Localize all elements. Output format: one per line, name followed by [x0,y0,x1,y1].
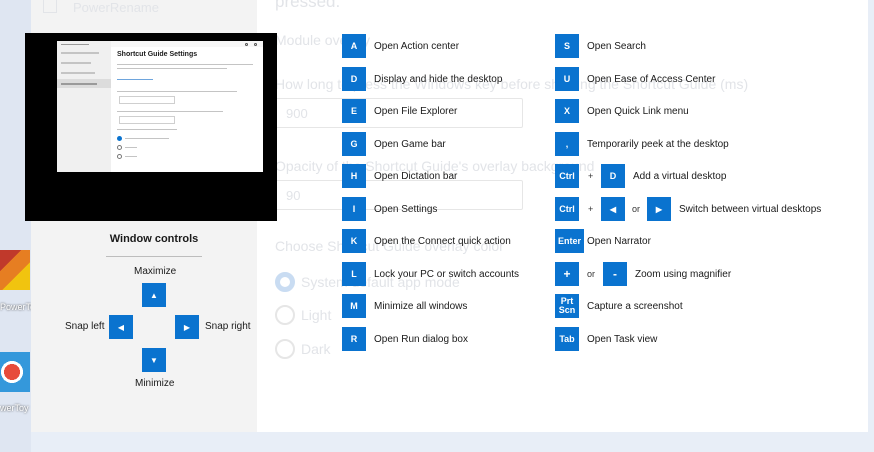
key-tab: Tab [555,327,579,351]
desktop-icon-label: PowerTo [0,302,36,312]
shortcut-description: Add a virtual desktop [633,171,727,182]
thumbnail-settings-window: Shortcut Guide Settings [57,41,263,172]
shortcut-description: Open Settings [374,204,438,215]
nav-item-powerrename[interactable]: PowerRename [73,0,159,15]
theme-radio-light[interactable] [275,305,295,325]
theme-radio-system[interactable] [275,272,295,292]
key-left-arrow-icon: ◀ [601,197,625,221]
shortcut-description: Open Task view [587,334,658,345]
maximize-label: Maximize [134,266,177,277]
shortcut-description: Open Run dialog box [374,334,468,345]
settings-description: pressed. [275,0,341,11]
key-plus: + [555,262,579,286]
key-x: X [555,99,579,123]
key-u: U [555,67,579,91]
snap-left-label: Snap left [65,321,105,332]
key-r: R [342,327,366,351]
plus-separator: + [588,204,594,214]
key-l: L [342,262,366,286]
key-m: M [342,294,366,318]
or-separator: or [587,269,596,279]
plus-separator: + [588,171,594,181]
shortcut-description: Open Ease of Access Center [587,74,716,85]
shortcut-description: Open Game bar [374,139,446,150]
thumbnail-window-control [245,43,248,46]
window-thumbnail: Shortcut Guide Settings [25,33,277,221]
key-ctrl: Ctrl [555,197,579,221]
window-controls-title: Window controls [109,233,199,245]
key-enter: Enter [555,229,585,253]
press-duration-value: 900 [286,106,308,121]
thumbnail-page-title: Shortcut Guide Settings [117,51,198,58]
opacity-value: 90 [286,188,301,203]
thumbnail-nav [57,41,111,172]
minimize-label: Minimize [135,378,175,389]
key-d: D [601,164,625,188]
desktop-icon-label: werToy [0,403,29,413]
key-e: E [342,99,366,123]
snap-right-label: Snap right [205,321,251,332]
key-h: H [342,164,366,188]
shortcut-description: Minimize all windows [374,301,468,312]
key-prtscn: Prt Scn [555,294,579,318]
shortcut-description: Temporarily peek at the desktop [587,139,729,150]
theme-option-label: Dark [301,341,331,357]
key-minus: - [603,262,627,286]
shortcut-description: Display and hide the desktop [374,74,503,85]
powertoys-desktop-icon[interactable] [0,250,30,290]
theme-radio-dark[interactable] [275,339,295,359]
key-d: D [342,67,366,91]
up-arrow-icon: ▲ [142,283,166,307]
shortcut-description: Capture a screenshot [587,301,683,312]
key-right-arrow-icon: ▶ [647,197,671,221]
shortcut-description: Switch between virtual desktops [679,204,822,215]
shortcut-description: Zoom using magnifier [635,269,732,280]
divider [106,256,202,257]
key-a: A [342,34,366,58]
shortcut-description: Open Narrator [587,236,651,247]
shortcut-description: Open Action center [374,41,460,52]
shortcut-description: Open the Connect quick action [374,236,511,247]
key-g: G [342,132,366,156]
key-s: S [555,34,579,58]
shortcut-description: Open Dictation bar [374,171,458,182]
key-k: K [342,229,366,253]
powerrename-icon [43,0,57,13]
right-arrow-icon: ▶ [175,315,199,339]
left-arrow-icon: ◀ [109,315,133,339]
shortcut-description: Open File Explorer [374,106,458,117]
thumbnail-window-control [254,43,257,46]
key-prtscn-line2: Scn [558,305,576,315]
app-desktop-icon[interactable] [0,352,30,392]
or-separator: or [632,204,641,214]
shortcut-description: Open Quick Link menu [587,106,689,117]
shortcut-description: Lock your PC or switch accounts [374,269,520,280]
theme-option-label: Light [301,307,332,323]
shortcut-description: Open Search [587,41,646,52]
down-arrow-icon: ▼ [142,348,166,372]
key-i: I [342,197,366,221]
key-comma: , [555,132,579,156]
key-ctrl: Ctrl [555,164,579,188]
